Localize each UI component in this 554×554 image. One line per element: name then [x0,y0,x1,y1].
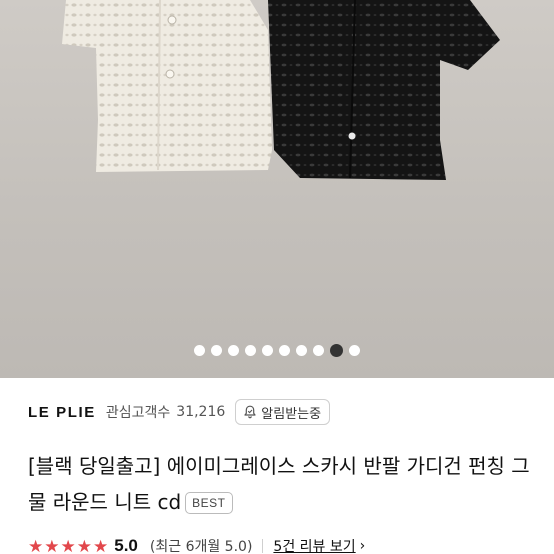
favorites-label: 관심고객수 [105,405,171,421]
pagination-dot[interactable] [211,344,222,356]
brand-info-row: LE PLIE 관심고객수 31,216 알림받는중 [28,398,554,426]
rating-score: 5.0 [114,536,138,554]
pagination-dot[interactable] [296,344,307,356]
notify-label: 알림받는중 [261,406,322,422]
star-icon: ★ [44,536,60,554]
star-icon: ★ [60,536,76,554]
star-icon: ★ [93,536,109,554]
brand-name[interactable]: LE PLIE [28,404,96,421]
divider [262,539,264,553]
notify-button[interactable]: 알림받는중 [235,399,331,425]
pagination-dot[interactable] [313,344,324,356]
pagination-dot[interactable] [262,344,273,356]
product-image-gallery[interactable] [0,0,554,378]
bell-icon [242,404,258,420]
favorites-count: 31,216 [176,404,226,420]
reviews-link[interactable]: 5건 리뷰 보기 [273,536,355,554]
recent-rating: (최근 6개월 5.0) [149,539,253,554]
pagination-dot[interactable] [228,344,239,356]
star-icon: ★ [28,536,44,554]
product-title: [블랙 당일출고] 에이미그레이스 스카시 반팔 가디건 펀칭 그물 라운드 니… [28,448,538,520]
chevron-right-icon[interactable]: › [360,538,366,554]
gallery-pagination [0,342,554,358]
pagination-dot[interactable] [245,344,256,356]
best-badge: BEST [185,492,233,514]
rating-stars: ★★★★★ [28,537,109,554]
pagination-dot[interactable] [194,344,205,356]
pagination-dot[interactable] [349,344,360,356]
pagination-dot[interactable] [279,344,290,356]
pagination-dot[interactable] [330,343,343,357]
product-photo [62,0,500,180]
product-title-text: [블랙 당일출고] 에이미그레이스 스카시 반팔 가디건 펀칭 그물 라운드 니… [28,454,530,514]
star-icon: ★ [76,536,92,554]
rating-row: ★★★★★ 5.0 (최근 6개월 5.0) 5건 리뷰 보기 › [28,534,554,554]
